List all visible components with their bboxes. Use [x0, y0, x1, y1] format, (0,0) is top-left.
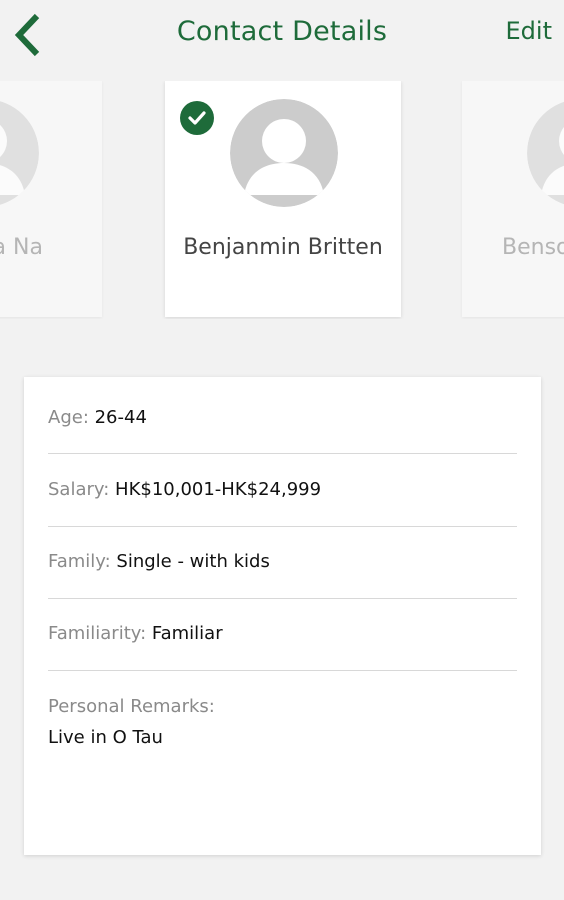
salary-label: Salary: — [48, 479, 116, 500]
age-value: 26-44 — [94, 407, 147, 428]
age-row: Age: 26-44 — [48, 407, 517, 428]
contact-card[interactable]: Benso — [462, 81, 564, 317]
family-label: Family: — [48, 551, 117, 572]
divider — [48, 453, 517, 454]
checkmark-icon — [188, 111, 206, 125]
header-bar: Contact Details Edit — [0, 0, 564, 70]
familiarity-row: Familiarity: Familiar — [48, 623, 517, 644]
divider — [48, 670, 517, 671]
family-row: Family: Single - with kids — [48, 551, 517, 572]
salary-value: HK$10,001-HK$24,999 — [115, 479, 322, 500]
person-placeholder-icon — [230, 99, 338, 207]
avatar — [527, 99, 564, 207]
remarks-label: Personal Remarks: — [48, 696, 215, 717]
familiarity-value: Familiar — [151, 623, 223, 644]
page-title: Contact Details — [176, 16, 388, 47]
edit-button[interactable]: Edit — [506, 17, 552, 45]
contact-card-selected[interactable]: Benjanmin Britten — [165, 81, 401, 317]
salary-row: Salary: HK$10,001-HK$24,999 — [48, 479, 517, 500]
contact-name: Benjanmin Britten — [183, 235, 383, 260]
familiarity-label: Familiarity: — [48, 623, 152, 644]
avatar — [0, 99, 39, 207]
contact-details-panel: Age: 26-44 Salary: HK$10,001-HK$24,999 F… — [24, 377, 541, 855]
remarks-value: Live in O Tau — [48, 727, 163, 748]
contact-name: Benso — [502, 235, 564, 260]
avatar — [230, 99, 338, 207]
person-placeholder-icon — [0, 101, 39, 205]
contact-name: Bahasa Na an — [0, 235, 43, 260]
age-label: Age: — [48, 407, 95, 428]
contact-card[interactable]: Bahasa Na an — [0, 81, 102, 317]
contact-carousel[interactable]: Bahasa Na an Benjanmin Britten Benso — [0, 81, 564, 319]
divider — [48, 526, 517, 527]
person-placeholder-icon — [527, 101, 564, 205]
family-value: Single - with kids — [116, 551, 270, 572]
selected-check-icon — [180, 101, 214, 135]
divider — [48, 598, 517, 599]
